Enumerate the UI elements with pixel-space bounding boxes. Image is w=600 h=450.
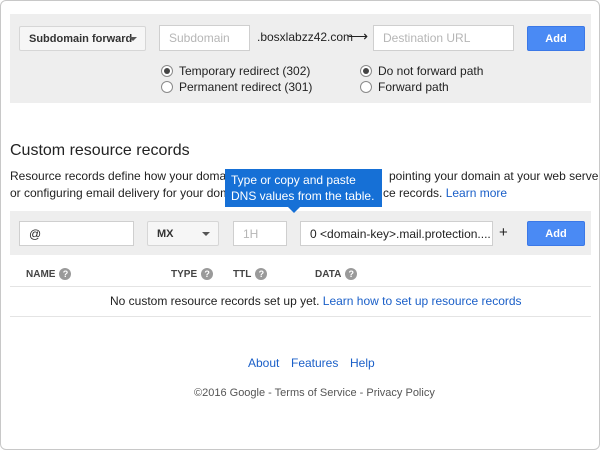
empty-records-text: No custom resource records set up yet. xyxy=(110,294,320,308)
domain-suffix: .bosxlabzz42.com xyxy=(257,30,354,44)
learn-more-link[interactable]: Learn more xyxy=(446,186,507,200)
do-not-forward-path-radio[interactable]: Do not forward path xyxy=(360,64,483,78)
record-ttl-input[interactable]: 1H xyxy=(233,221,287,246)
description-line1-end: pointing your domain at your web server xyxy=(389,169,600,183)
subdomain-placeholder: Subdomain xyxy=(169,31,230,45)
forward-type-select[interactable]: Subdomain forward xyxy=(19,26,146,51)
section-title: Custom resource records xyxy=(10,142,190,159)
description-line2-text: ce records. xyxy=(383,186,443,200)
learn-records-link[interactable]: Learn how to set up resource records xyxy=(323,294,522,308)
table-header-divider xyxy=(10,286,591,287)
forward-path-label: Forward path xyxy=(378,80,449,94)
column-type-label: TYPE xyxy=(171,268,198,280)
help-icon[interactable]: ? xyxy=(201,268,214,280)
help-icon[interactable]: ? xyxy=(345,268,358,280)
footer-help-link[interactable]: Help xyxy=(350,356,375,370)
radio-unselected-icon xyxy=(360,81,372,93)
temporary-redirect-label: Temporary redirect (302) xyxy=(179,64,311,78)
record-name-input[interactable]: @ xyxy=(19,221,134,246)
help-icon[interactable]: ? xyxy=(59,268,72,280)
permanent-redirect-label: Permanent redirect (301) xyxy=(179,80,313,94)
column-header-name[interactable]: NAME ? xyxy=(26,268,72,280)
column-name-label: NAME xyxy=(26,268,56,280)
forward-type-label: Subdomain forward xyxy=(29,32,133,45)
description-line2-start: or configuring email delivery for your d… xyxy=(10,186,237,200)
subdomain-input[interactable]: Subdomain xyxy=(159,25,250,51)
column-header-data[interactable]: DATA ? xyxy=(315,268,358,280)
description-line2-end: ce records. Learn more xyxy=(383,184,507,202)
column-header-ttl[interactable]: TTL ? xyxy=(233,268,268,280)
temporary-redirect-radio[interactable]: Temporary redirect (302) xyxy=(161,64,310,78)
do-not-forward-path-label: Do not forward path xyxy=(378,64,484,78)
column-data-label: DATA xyxy=(315,268,342,280)
destination-url-input[interactable]: Destination URL xyxy=(373,25,514,51)
chevron-down-icon xyxy=(202,231,210,236)
column-header-type[interactable]: TYPE ? xyxy=(171,268,214,280)
tooltip-pointer xyxy=(287,206,301,213)
arrow-right-icon: ⟶ xyxy=(348,28,369,44)
record-data-value: 0 <domain-key>.mail.protection.... xyxy=(310,226,491,241)
tooltip-text: Type or copy and paste DNS values from t… xyxy=(231,173,375,203)
radio-selected-icon xyxy=(161,65,173,77)
record-ttl-placeholder: 1H xyxy=(243,226,259,241)
record-name-value: @ xyxy=(29,226,42,241)
table-footer-divider xyxy=(10,316,591,317)
radio-unselected-icon xyxy=(161,81,173,93)
empty-records-message: No custom resource records set up yet. L… xyxy=(110,294,522,308)
dns-values-tooltip: Type or copy and paste DNS values from t… xyxy=(225,169,382,207)
record-type-value: MX xyxy=(157,227,174,240)
footer-about-link[interactable]: About xyxy=(248,356,279,370)
footer-copyright: ©2016 Google - Terms of Service - Privac… xyxy=(194,387,435,399)
dns-settings-page: Subdomain forward Subdomain .bosxlabzz42… xyxy=(0,0,600,450)
radio-selected-icon xyxy=(360,65,372,77)
add-forward-button[interactable]: Add xyxy=(527,26,585,51)
record-type-select[interactable]: MX xyxy=(147,221,219,246)
record-data-input[interactable]: 0 <domain-key>.mail.protection.... xyxy=(300,221,493,246)
add-data-plus-icon[interactable]: + xyxy=(499,224,508,241)
permanent-redirect-radio[interactable]: Permanent redirect (301) xyxy=(161,80,312,94)
description-line1-start: Resource records define how your domain xyxy=(10,169,236,183)
add-record-label: Add xyxy=(545,227,567,240)
add-record-button[interactable]: Add xyxy=(527,221,585,246)
chevron-down-icon xyxy=(129,36,137,41)
forward-path-radio[interactable]: Forward path xyxy=(360,80,449,94)
footer-features-link[interactable]: Features xyxy=(291,356,338,370)
column-ttl-label: TTL xyxy=(233,268,252,280)
destination-url-placeholder: Destination URL xyxy=(383,31,471,45)
add-forward-label: Add xyxy=(545,32,567,45)
help-icon[interactable]: ? xyxy=(255,268,268,280)
